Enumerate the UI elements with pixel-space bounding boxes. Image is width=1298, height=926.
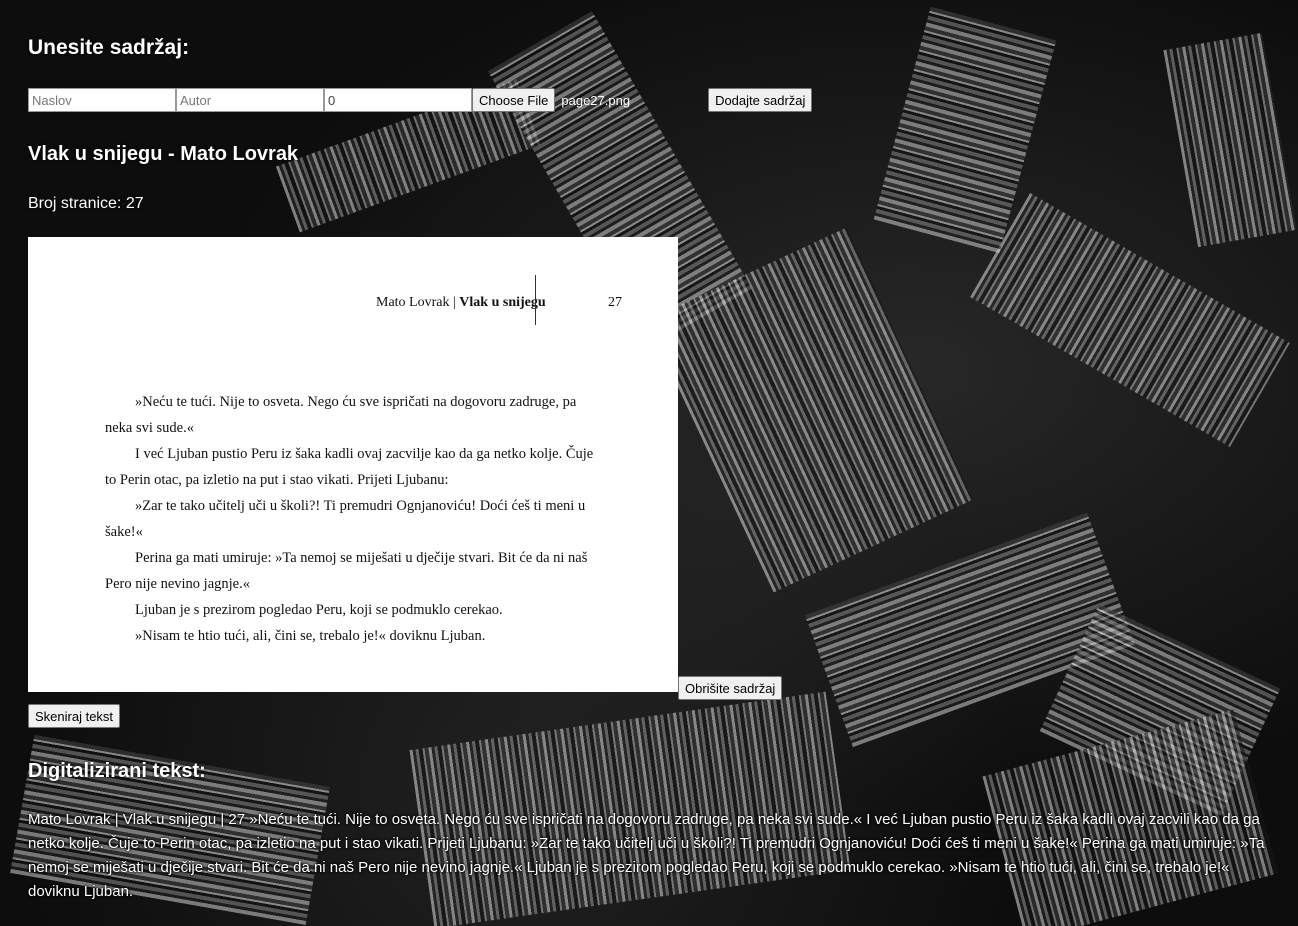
scan-divider [535,275,536,325]
scan-paragraph: »Nisam te htio tući, ali, čini se, treba… [135,628,486,644]
main-content: Unesite sadržaj: Choose File page27.png … [28,0,1278,926]
delete-content-button[interactable]: Obrišite sadržaj [678,676,783,700]
form-heading: Unesite sadržaj: [28,36,190,59]
scan-paragraph: Ljuban je s prezirom pogledao Peru, koji… [135,602,503,618]
choose-file-button[interactable]: Choose File [472,88,556,112]
scan-page-number: 27 [608,295,622,310]
add-content-form: Choose File page27.png Dodajte sadržaj [28,88,813,112]
scan-body: »Neću te tući. Nije to osveta. Nego ću s… [105,389,603,649]
scanned-page-image: Mato Lovrak | Vlak u snijegu 27 »Neću te… [28,237,678,692]
scan-header: Mato Lovrak | Vlak u snijegu [376,295,546,311]
scan-paragraph: »Neću te tući. Nije to osveta. Nego ću s… [105,394,577,436]
scan-paragraph: Perina ga mati umiruje: »Ta nemoj se mij… [105,550,588,592]
title-input[interactable] [28,88,176,112]
digitized-text: Mato Lovrak | Vlak u snijegu | 27 »Neću … [28,811,1265,900]
page-number-input[interactable] [324,88,472,112]
scan-paragraph: »Zar te tako učitelj uči u školi?! Ti pr… [105,498,586,540]
scan-book-title: Vlak u snijegu [459,295,546,310]
author-input[interactable] [176,88,324,112]
page-count: Broj stranice: 27 [28,195,144,212]
digital-text-heading: Digitalizirani tekst: [28,760,206,782]
entry-title: Vlak u snijegu - Mato Lovrak [28,143,299,165]
scan-author: Mato Lovrak | [376,295,456,310]
scan-text-button[interactable]: Skeniraj tekst [28,704,121,728]
scan-paragraph: I već Ljuban pustio Peru iz šaka kadli o… [105,446,594,488]
selected-file-name: page27.png [561,92,631,108]
add-content-button[interactable]: Dodajte sadržaj [708,88,813,112]
